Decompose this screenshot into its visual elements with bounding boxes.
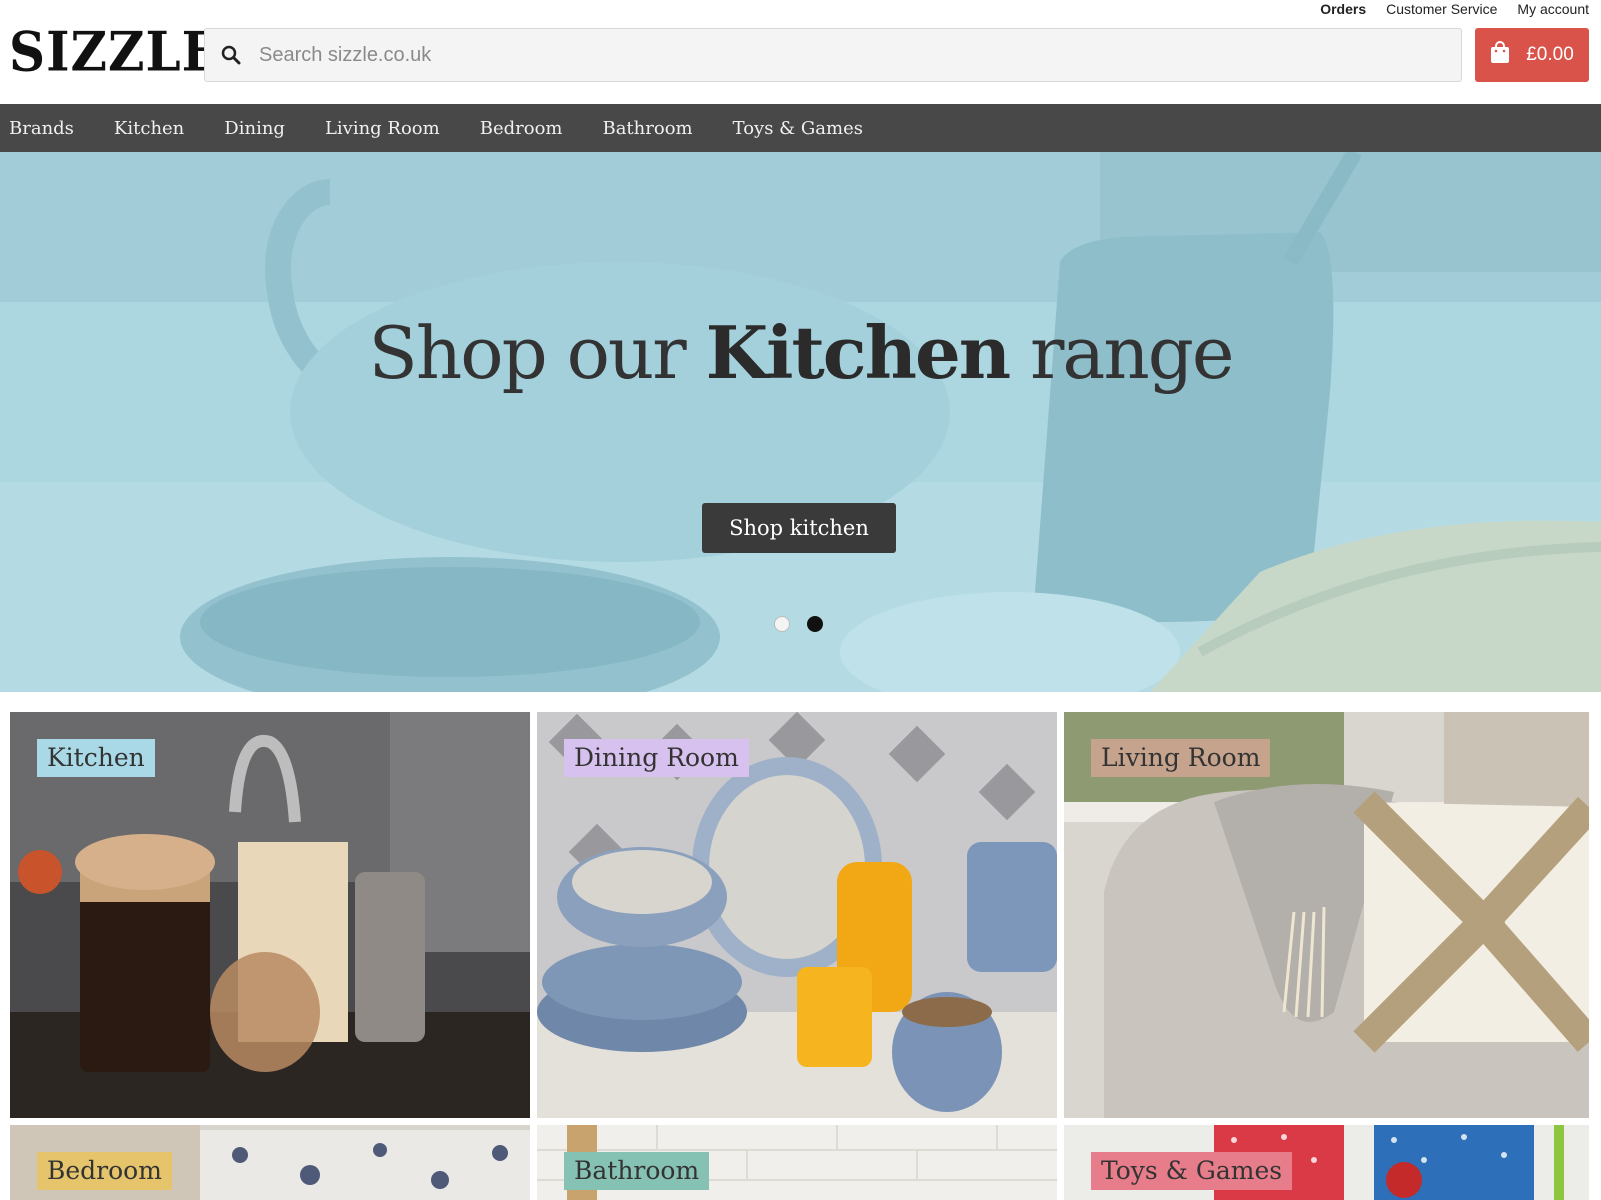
search-icon[interactable]	[205, 45, 257, 65]
category-tile-bedroom[interactable]: Bedroom	[10, 1125, 530, 1200]
category-tile-living-room[interactable]: Living Room	[1064, 712, 1589, 1118]
hero-title-highlight: Kitchen	[705, 310, 1012, 395]
category-label-dining-room: Dining Room	[564, 739, 749, 777]
category-label-living-room: Living Room	[1091, 739, 1271, 777]
nav-item-living-room[interactable]: Living Room	[325, 118, 440, 139]
hero-title-prefix: Shop our	[368, 311, 706, 395]
shop-kitchen-button[interactable]: Shop kitchen	[702, 503, 896, 553]
site-logo[interactable]: SIZZLE	[9, 21, 220, 82]
carousel-dot-2[interactable]	[807, 616, 823, 632]
cart-button[interactable]: £0.00	[1475, 28, 1589, 82]
category-tile-dining-room[interactable]: Dining Room	[537, 712, 1057, 1118]
category-tile-kitchen[interactable]: Kitchen	[10, 712, 530, 1118]
category-label-kitchen: Kitchen	[37, 739, 155, 777]
nav-item-bedroom[interactable]: Bedroom	[480, 118, 563, 139]
cart-total: £0.00	[1526, 44, 1574, 65]
nav-item-bathroom[interactable]: Bathroom	[602, 118, 692, 139]
carousel-dot-1[interactable]	[774, 616, 790, 632]
category-label-bedroom: Bedroom	[37, 1152, 172, 1190]
hero-title: Shop our Kitchen range	[0, 308, 1601, 398]
search-bar	[204, 28, 1462, 82]
customer-service-link[interactable]: Customer Service	[1386, 0, 1497, 18]
my-account-link[interactable]: My account	[1517, 0, 1589, 18]
category-label-toys-games: Toys & Games	[1091, 1152, 1293, 1190]
category-label-bathroom: Bathroom	[564, 1152, 710, 1190]
nav-item-kitchen[interactable]: Kitchen	[114, 118, 184, 139]
nav-item-brands[interactable]: Brands	[9, 118, 74, 139]
shopping-bag-icon	[1490, 40, 1510, 70]
nav-item-dining[interactable]: Dining	[224, 118, 285, 139]
hero-background-image	[0, 152, 1601, 692]
category-tile-toys-games[interactable]: Toys & Games	[1064, 1125, 1589, 1200]
hero-banner[interactable]: Shop our Kitchen range Shop kitchen	[0, 152, 1601, 692]
nav-item-toys-games[interactable]: Toys & Games	[733, 118, 863, 139]
hero-title-suffix: range	[1009, 311, 1234, 395]
search-input[interactable]	[257, 28, 1461, 82]
main-nav: Brands Kitchen Dining Living Room Bedroo…	[0, 104, 1601, 152]
orders-link[interactable]: Orders	[1320, 0, 1366, 18]
utility-links: Orders Customer Service My account	[1320, 0, 1589, 18]
category-tile-bathroom[interactable]: Bathroom	[537, 1125, 1057, 1200]
